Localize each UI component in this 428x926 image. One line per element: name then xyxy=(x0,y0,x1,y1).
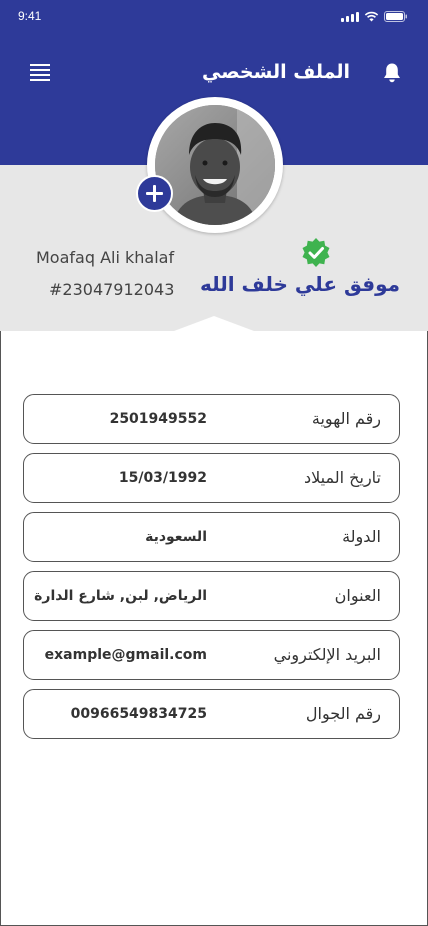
national-id-field: رقم الهوية 2501949552 xyxy=(23,394,400,444)
add-photo-button[interactable] xyxy=(136,175,173,212)
section-notch xyxy=(174,316,254,331)
field-label: العنوان xyxy=(334,586,381,605)
user-id: #23047912043 xyxy=(49,280,175,299)
battery-icon xyxy=(384,11,407,22)
user-name-arabic: موفق علي خلف الله xyxy=(199,272,400,296)
field-value: 15/03/1992 xyxy=(118,470,207,486)
field-value: example@gmail.com xyxy=(44,647,207,663)
page-title: الملف الشخصي xyxy=(201,61,350,83)
avatar-photo xyxy=(155,105,275,225)
hamburger-menu-icon[interactable] xyxy=(30,64,50,81)
field-label: الدولة xyxy=(342,527,381,546)
status-time: 9:41 xyxy=(18,9,42,23)
birth-date-field: تاريخ الميلاد 15/03/1992 xyxy=(23,453,400,503)
field-label: رقم الجوال xyxy=(305,704,381,723)
status-icons xyxy=(341,11,408,22)
user-name-english: Moafaq Ali khalaf xyxy=(36,248,175,267)
bell-icon[interactable] xyxy=(382,62,402,84)
wifi-icon xyxy=(364,11,379,22)
field-value: الرياض, لبن, شارع الدارة xyxy=(34,588,207,604)
verified-badge-icon xyxy=(302,238,330,267)
field-value: السعودية xyxy=(145,529,207,545)
field-label: رقم الهوية xyxy=(311,409,381,428)
field-value: 00966549834725 xyxy=(70,706,207,722)
field-label: تاريخ الميلاد xyxy=(304,468,381,487)
field-value: 2501949552 xyxy=(109,411,207,427)
email-field: البريد الإلكتروني example@gmail.com xyxy=(23,630,400,680)
signal-icon xyxy=(341,11,359,22)
mobile-field: رقم الجوال 00966549834725 xyxy=(23,689,400,739)
avatar-frame xyxy=(147,97,283,233)
field-label: البريد الإلكتروني xyxy=(273,645,381,664)
status-bar: 9:41 xyxy=(0,0,428,36)
address-field: العنوان الرياض, لبن, شارع الدارة xyxy=(23,571,400,621)
country-field: الدولة السعودية xyxy=(23,512,400,562)
avatar[interactable] xyxy=(155,105,275,225)
